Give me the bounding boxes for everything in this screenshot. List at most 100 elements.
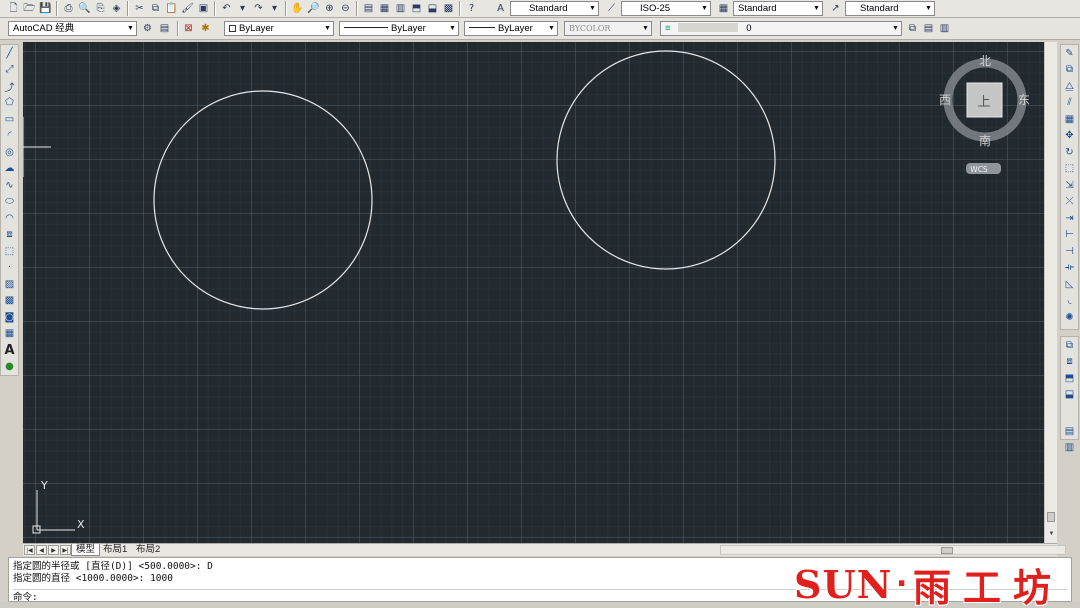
design-center-icon[interactable]: ▦ xyxy=(377,1,392,16)
insert-block-icon[interactable]: ⧈ xyxy=(1,227,18,244)
layer-states-icon[interactable]: ⧉ xyxy=(905,21,920,36)
quickcalc-icon[interactable]: ▩ xyxy=(441,1,456,16)
viewcube-north-label[interactable]: 北 xyxy=(979,54,991,68)
zoom-previous-icon[interactable]: ⊖ xyxy=(338,1,353,16)
copy-object-icon[interactable]: ⧉ xyxy=(1061,62,1078,79)
layer-select[interactable]: ≡ 0 ▼ xyxy=(660,21,902,36)
tool-palettes-icon[interactable]: ▥ xyxy=(393,1,408,16)
tab-model[interactable]: 模型 xyxy=(71,544,101,556)
block-editor-icon[interactable]: ▣ xyxy=(196,1,211,16)
circle-left[interactable] xyxy=(153,90,373,310)
add-selected-icon[interactable]: ● xyxy=(1,359,18,376)
viewcube-south-label[interactable]: 南 xyxy=(979,133,991,148)
fillet-icon[interactable]: ◟ xyxy=(1061,293,1078,310)
bring-above-icon[interactable]: ⬒ xyxy=(1061,370,1078,387)
zoom-window-icon[interactable]: ⊕ xyxy=(322,1,337,16)
break-icon[interactable]: ⊣ xyxy=(1061,243,1078,260)
text-to-front-icon[interactable]: ▤ xyxy=(1061,423,1078,440)
make-object-layer-current-icon[interactable]: ✱ xyxy=(198,21,213,36)
erase-icon[interactable]: ✎ xyxy=(1061,45,1078,62)
circle-right[interactable] xyxy=(556,50,776,270)
vertical-scrollbar[interactable]: ▼ xyxy=(1044,42,1057,543)
rotate-icon[interactable]: ↻ xyxy=(1061,144,1078,161)
pan-icon[interactable]: ✋ xyxy=(290,1,305,16)
ellipse-arc-icon[interactable]: ◠ xyxy=(1,210,18,227)
workspace-select[interactable]: AutoCAD 经典 ▼ xyxy=(8,21,137,36)
polygon-icon[interactable]: ⬠ xyxy=(1,95,18,112)
offset-icon[interactable]: ⫽ xyxy=(1061,95,1078,112)
tab-layout2[interactable]: 布局2 xyxy=(132,544,164,556)
text-style-select[interactable]: Standard ▼ xyxy=(510,1,599,16)
vertical-scroll-thumb[interactable] xyxy=(1047,512,1055,522)
cut-icon[interactable]: ✂ xyxy=(132,1,147,16)
chamfer-icon[interactable]: ◺ xyxy=(1061,276,1078,293)
trim-icon[interactable]: ⤫ xyxy=(1061,194,1078,211)
layer-properties-icon[interactable]: ▤ xyxy=(921,21,936,36)
publish-icon[interactable]: ⎘ xyxy=(93,1,108,16)
save-icon[interactable]: 💾 xyxy=(38,1,53,16)
scroll-down-icon[interactable]: ▼ xyxy=(1047,530,1056,539)
paste-icon[interactable]: 📋 xyxy=(164,1,179,16)
move-icon[interactable]: ✥ xyxy=(1061,128,1078,145)
scale-icon[interactable]: ⬚ xyxy=(1061,161,1078,178)
send-to-back-icon[interactable]: ⧈ xyxy=(1061,354,1078,371)
hatch-to-back-icon[interactable]: ▥ xyxy=(1061,440,1078,457)
dim-style-select[interactable]: ISO-25 ▼ xyxy=(621,1,711,16)
print-icon[interactable]: ⎙ xyxy=(61,1,76,16)
multileader-style-select[interactable]: Standard ▼ xyxy=(845,1,935,16)
polyline-icon[interactable]: ⤴ xyxy=(1,78,18,95)
markup-icon[interactable]: ⬓ xyxy=(425,1,440,16)
match-properties-icon[interactable]: 🖌 xyxy=(180,1,195,16)
region-icon[interactable]: ◙ xyxy=(1,309,18,326)
layer-isolate-icon[interactable]: ▥ xyxy=(937,21,952,36)
redo-icon[interactable]: ↷ xyxy=(251,1,266,16)
ellipse-icon[interactable]: ⬭ xyxy=(1,194,18,211)
undo-dropdown-icon[interactable]: ▾ xyxy=(235,1,250,16)
redo-dropdown-icon[interactable]: ▾ xyxy=(267,1,282,16)
3d-dwf-icon[interactable]: ◈ xyxy=(109,1,124,16)
open-file-icon[interactable]: 🗁 xyxy=(22,1,37,16)
tab-layout1[interactable]: 布局1 xyxy=(99,544,131,556)
table-icon[interactable]: ▦ xyxy=(1,326,18,343)
copy-icon[interactable]: ⧉ xyxy=(148,1,163,16)
rectangle-icon[interactable]: ▭ xyxy=(1,111,18,128)
extend-icon[interactable]: ⇥ xyxy=(1061,210,1078,227)
horizontal-scrollbar[interactable] xyxy=(720,545,1066,555)
layer-previous-icon[interactable]: ⊠ xyxy=(181,21,196,36)
workspace-settings-icon[interactable]: ⚙ xyxy=(140,21,155,36)
color-select[interactable]: ByLayer ▼ xyxy=(224,21,334,36)
first-tab-icon[interactable]: |◀ xyxy=(24,545,35,555)
circle-icon[interactable]: ◎ xyxy=(1,144,18,161)
join-icon[interactable]: ⟛ xyxy=(1061,260,1078,277)
prev-tab-icon[interactable]: ◀ xyxy=(36,545,47,555)
zoom-realtime-icon[interactable]: 🔎 xyxy=(306,1,321,16)
explode-icon[interactable]: ✺ xyxy=(1061,309,1078,326)
stretch-icon[interactable]: ⇲ xyxy=(1061,177,1078,194)
linetype-select[interactable]: ByLayer ▼ xyxy=(339,21,459,36)
undo-icon[interactable]: ↶ xyxy=(219,1,234,16)
line-icon[interactable]: ╱ xyxy=(1,45,18,62)
viewcube-east-label[interactable]: 东 xyxy=(1018,93,1030,107)
hatch-icon[interactable]: ▨ xyxy=(1,276,18,293)
send-under-icon[interactable]: ⬓ xyxy=(1061,387,1078,404)
viewcube[interactable]: 上 北 南 东 西 WCS xyxy=(939,54,1030,174)
properties-icon[interactable]: ▤ xyxy=(361,1,376,16)
construction-line-icon[interactable]: ⤢ xyxy=(1,62,18,79)
layer-manager-icon[interactable]: ▤ xyxy=(157,21,172,36)
revision-cloud-icon[interactable]: ☁ xyxy=(1,161,18,178)
last-tab-icon[interactable]: ▶| xyxy=(60,545,71,555)
gradient-icon[interactable]: ▩ xyxy=(1,293,18,310)
model-space-canvas[interactable]: 上 北 南 东 西 WCS Y X xyxy=(23,42,1044,543)
print-preview-icon[interactable]: 🔍 xyxy=(77,1,92,16)
multiline-text-icon[interactable]: A xyxy=(1,342,18,359)
help-icon[interactable]: ? xyxy=(464,1,479,16)
make-block-icon[interactable]: ⬚ xyxy=(1,243,18,260)
spline-icon[interactable]: ∿ xyxy=(1,177,18,194)
arc-icon[interactable]: ◜ xyxy=(1,128,18,145)
viewcube-west-label[interactable]: 西 xyxy=(939,93,951,107)
table-style-select[interactable]: Standard ▼ xyxy=(733,1,823,16)
break-at-point-icon[interactable]: ⊢ xyxy=(1061,227,1078,244)
lineweight-select[interactable]: ByLayer ▼ xyxy=(464,21,558,36)
next-tab-icon[interactable]: ▶ xyxy=(48,545,59,555)
bring-to-front-icon[interactable]: ⧉ xyxy=(1061,337,1078,354)
